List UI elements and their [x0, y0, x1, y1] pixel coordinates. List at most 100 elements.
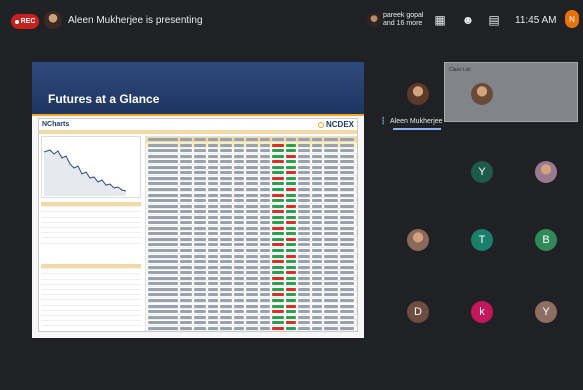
grid-cell [312, 321, 322, 325]
grid-cell [208, 176, 218, 180]
grid-cell [298, 215, 310, 219]
grid-cell [194, 298, 206, 302]
grid-cell [324, 226, 338, 230]
grid-cell [208, 282, 218, 286]
grid-cell [260, 315, 270, 319]
participant-tile[interactable]: Y [514, 280, 578, 344]
grid-cell [220, 243, 232, 247]
grid-cell [180, 187, 192, 191]
grid-cell [286, 193, 296, 197]
grid-cell [180, 310, 192, 314]
grid-cell [340, 271, 354, 275]
grid-cell [220, 204, 232, 208]
participant-tile[interactable]: B [514, 208, 578, 272]
grid-cell [312, 271, 322, 275]
grid-cell [234, 176, 244, 180]
grid-cell [324, 149, 338, 153]
grid-cell [194, 243, 206, 247]
participant-tile[interactable] [514, 140, 578, 204]
grid-cell [286, 326, 296, 330]
grid-cell [340, 176, 354, 180]
grid-cell [234, 249, 244, 252]
grid-cell [246, 149, 258, 153]
grid-cell [220, 232, 232, 236]
participant-tile[interactable]: T [450, 208, 514, 272]
grid-cell [260, 215, 270, 219]
participant-tile[interactable]: k [450, 280, 514, 344]
grid-cell [340, 260, 354, 264]
grid-cell [180, 143, 192, 147]
grid-cell [340, 298, 354, 302]
grid-cell [246, 138, 258, 141]
grid-cell [260, 326, 270, 330]
grid-cell [324, 187, 338, 191]
grid-cell [194, 154, 206, 158]
grid-cell [246, 260, 258, 264]
ncharts-screenshot: NCharts NCDEX [38, 118, 358, 332]
grid-cell [286, 237, 296, 241]
self-avatar[interactable]: N [565, 10, 579, 28]
grid-cell [298, 243, 310, 247]
grid-cell [272, 310, 284, 314]
participant-tile[interactable] [450, 62, 514, 126]
grid-cell [208, 154, 218, 158]
grid-cell [298, 265, 310, 269]
layout-icon[interactable]: ▦ [432, 12, 448, 28]
grid-cell [312, 232, 322, 236]
grid-cell [148, 221, 178, 225]
participants-summary[interactable]: pareek gopal and 16 more [383, 12, 423, 28]
grid-cell [312, 215, 322, 219]
grid-cell [220, 249, 232, 252]
people-icon[interactable]: ☻ [460, 12, 476, 28]
grid-cell [272, 221, 284, 225]
clock: 11:45 AM [515, 15, 557, 26]
grid-cell [324, 260, 338, 264]
grid-cell [194, 143, 206, 147]
slide-divider [32, 114, 364, 116]
grid-cell [148, 165, 178, 169]
grid-cell [208, 243, 218, 247]
grid-cell [298, 199, 310, 203]
grid-cell [220, 221, 232, 225]
participant-tile[interactable] [386, 208, 450, 272]
grid-cell [340, 149, 354, 153]
grid-cell [246, 282, 258, 286]
grid-cell [234, 321, 244, 325]
grid-cell [194, 160, 206, 164]
grid-cell [324, 138, 338, 141]
left-panel [41, 136, 141, 331]
grid-cell [324, 193, 338, 197]
grid-cell [208, 254, 218, 258]
grid-cell [260, 254, 270, 258]
grid-cell [272, 321, 284, 325]
futures-grid [145, 136, 357, 331]
grid-cell [234, 193, 244, 197]
participant-tile[interactable]: ┇ Aleen Mukherjee [381, 62, 450, 130]
grid-cell [298, 138, 310, 141]
grid-cell [194, 293, 206, 297]
chat-icon[interactable]: ▤ [486, 12, 502, 28]
grid-cell [340, 226, 354, 230]
grid-cell [246, 160, 258, 164]
participant-tile[interactable]: Y [450, 140, 514, 204]
grid-cell [180, 199, 192, 203]
grid-cell [208, 315, 218, 319]
grid-cell [312, 176, 322, 180]
grid-cell [180, 298, 192, 302]
grid-cell [246, 298, 258, 302]
grid-cell [298, 254, 310, 258]
grid-cell [220, 171, 232, 175]
grid-cell [272, 282, 284, 286]
grid-cell [234, 232, 244, 236]
grid-cell [340, 232, 354, 236]
grid-cell [180, 237, 192, 241]
grid-cell [180, 171, 192, 175]
participant-tile[interactable]: D [386, 280, 450, 344]
grid-cell [298, 271, 310, 275]
grid-cell [194, 237, 206, 241]
grid-cell [298, 326, 310, 330]
grid-cell [208, 160, 218, 164]
grid-cell [208, 210, 218, 214]
participant-avatar [367, 13, 381, 27]
grid-cell [208, 298, 218, 302]
